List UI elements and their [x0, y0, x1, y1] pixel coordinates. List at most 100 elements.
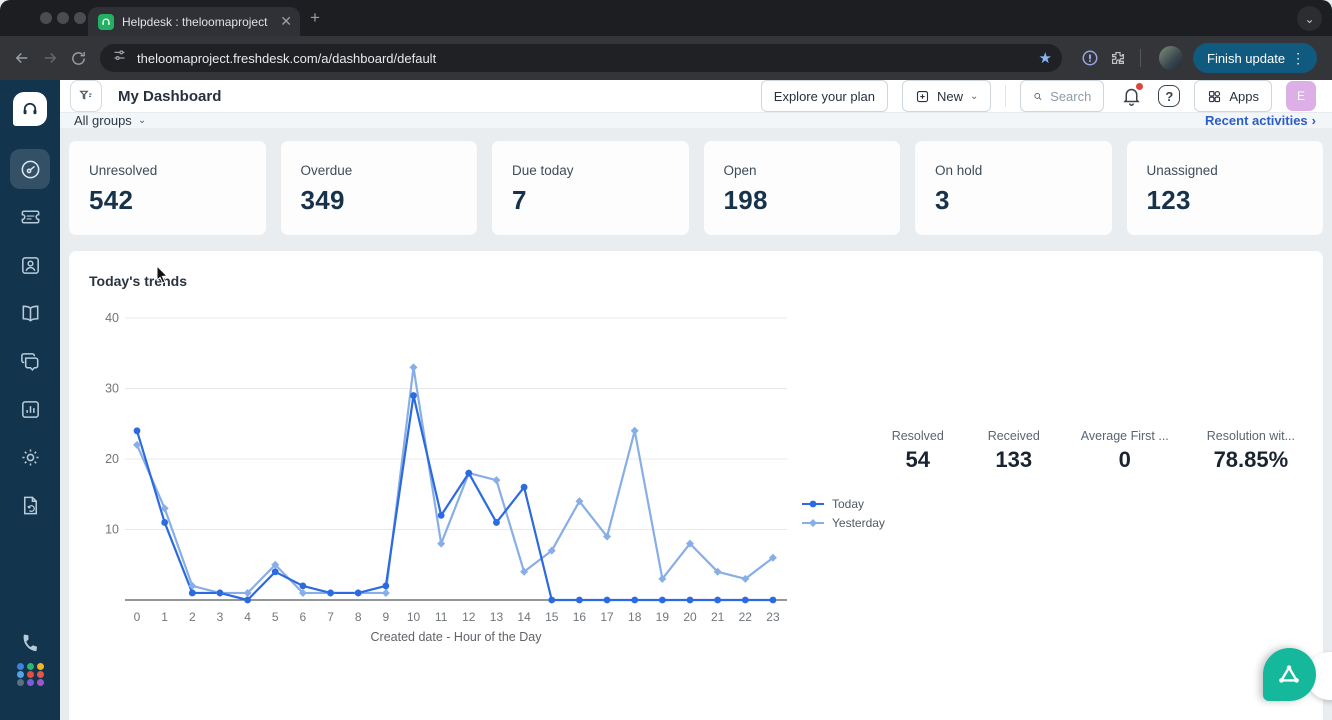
- svg-text:16: 16: [573, 610, 587, 624]
- back-button[interactable]: [8, 44, 36, 72]
- finish-update-label: Finish update: [1207, 51, 1285, 66]
- svg-text:20: 20: [683, 610, 697, 624]
- notifications-bell-icon[interactable]: [1118, 83, 1144, 109]
- sidebar-item-admin[interactable]: [10, 437, 50, 477]
- new-tab-button[interactable]: +: [310, 9, 320, 26]
- user-avatar[interactable]: E: [1286, 81, 1316, 111]
- legend-label: Today: [832, 497, 864, 511]
- reload-button[interactable]: [64, 44, 92, 72]
- tab-title: Helpdesk : theloomaproject: [122, 15, 274, 29]
- tstat-value: 0: [1081, 447, 1169, 473]
- onepassword-extension-icon[interactable]: [1076, 44, 1104, 72]
- stat-value: 123: [1147, 185, 1304, 216]
- tstat-value: 133: [985, 447, 1043, 473]
- sidebar-item-phone[interactable]: [10, 623, 50, 663]
- notification-dot: [1136, 83, 1143, 90]
- url-text[interactable]: theloomaproject.freshdesk.com/a/dashboar…: [137, 51, 1039, 66]
- freshdesk-favicon-icon: [98, 14, 114, 30]
- legend-item-today[interactable]: Today: [801, 497, 885, 511]
- stat-label: Due today: [512, 163, 669, 178]
- recent-activities-label: Recent activities: [1205, 113, 1308, 128]
- mouse-cursor: [155, 265, 171, 285]
- all-groups-label: All groups: [74, 113, 132, 128]
- stat-card-open[interactable]: Open 198: [703, 140, 902, 236]
- trends-stats-row: Resolved 54 Received 133 Average First .…: [889, 429, 1295, 473]
- stat-value: 542: [89, 185, 246, 216]
- svg-text:3: 3: [217, 610, 224, 624]
- app-sidebar: [0, 80, 60, 720]
- tstat-value: 54: [889, 447, 947, 473]
- svg-text:20: 20: [105, 452, 119, 466]
- svg-text:15: 15: [545, 610, 559, 624]
- svg-text:21: 21: [711, 610, 725, 624]
- svg-text:30: 30: [105, 382, 119, 396]
- search-label: Search: [1050, 89, 1091, 104]
- dashboard-content: Unresolved 542 Overdue 349 Due today 7 O…: [60, 128, 1332, 720]
- stat-card-unresolved[interactable]: Unresolved 542: [68, 140, 267, 236]
- svg-text:8: 8: [355, 610, 362, 624]
- page-title: My Dashboard: [118, 88, 221, 105]
- sidebar-item-tickets[interactable]: [10, 197, 50, 237]
- tstat-label: Resolved: [889, 429, 947, 443]
- new-button[interactable]: New ⌄: [902, 80, 991, 112]
- window-close-button[interactable]: [40, 12, 52, 24]
- stat-card-overdue[interactable]: Overdue 349: [280, 140, 479, 236]
- app-header: My Dashboard Explore your plan New ⌄ Sea…: [60, 80, 1332, 112]
- stat-resolved: Resolved 54: [889, 429, 947, 473]
- tab-close-icon[interactable]: ✕: [280, 13, 292, 30]
- stat-value: 198: [724, 185, 881, 216]
- stat-card-unassigned[interactable]: Unassigned 123: [1126, 140, 1325, 236]
- svg-text:5: 5: [272, 610, 279, 624]
- tstat-value: 78.85%: [1207, 447, 1295, 473]
- site-info-icon[interactable]: [112, 48, 127, 68]
- search-button[interactable]: Search: [1020, 80, 1104, 112]
- apps-button[interactable]: Apps: [1194, 80, 1272, 112]
- dashboard-filter-button[interactable]: [70, 80, 102, 112]
- app-switcher-grid-icon[interactable]: [17, 663, 45, 686]
- sidebar-item-solutions[interactable]: [10, 293, 50, 333]
- svg-text:17: 17: [600, 610, 614, 624]
- legend-item-yesterday[interactable]: Yesterday: [801, 516, 885, 530]
- finish-update-button[interactable]: Finish update ⋮: [1193, 43, 1317, 73]
- browser-tab[interactable]: Helpdesk : theloomaproject ✕: [88, 7, 300, 36]
- legend-marker-today: [801, 499, 825, 509]
- freshworks-widget-button[interactable]: [1263, 648, 1316, 701]
- stat-label: Overdue: [301, 163, 458, 178]
- browser-tabstrip: Helpdesk : theloomaproject ✕ + ⌄: [0, 0, 1332, 36]
- browser-menu-kebab-icon[interactable]: ⋮: [1285, 50, 1311, 67]
- svg-text:19: 19: [656, 610, 670, 624]
- svg-text:13: 13: [490, 610, 504, 624]
- explore-plan-label: Explore your plan: [774, 89, 875, 104]
- sidebar-item-reports[interactable]: [10, 485, 50, 525]
- svg-text:23: 23: [766, 610, 780, 624]
- explore-plan-button[interactable]: Explore your plan: [761, 80, 888, 112]
- all-groups-dropdown[interactable]: All groups ⌄: [74, 113, 146, 128]
- recent-activities-link[interactable]: Recent activities ›: [1205, 113, 1316, 128]
- dashboard-filter-bar: All groups ⌄ Recent activities ›: [60, 112, 1332, 128]
- svg-text:0: 0: [134, 610, 141, 624]
- help-button[interactable]: ?: [1158, 85, 1180, 107]
- window-minimize-button[interactable]: [57, 12, 69, 24]
- browser-profile-avatar[interactable]: [1159, 46, 1183, 70]
- stat-value: 7: [512, 185, 669, 216]
- tstat-label: Received: [985, 429, 1043, 443]
- url-bar[interactable]: theloomaproject.freshdesk.com/a/dashboar…: [100, 44, 1062, 72]
- forward-button[interactable]: [36, 44, 64, 72]
- extensions-puzzle-icon[interactable]: [1104, 44, 1132, 72]
- sidebar-item-dashboard[interactable]: [10, 149, 50, 189]
- tab-search-chevron-icon[interactable]: ⌄: [1297, 6, 1322, 31]
- stat-card-on-hold[interactable]: On hold 3: [914, 140, 1113, 236]
- new-button-label: New: [937, 89, 963, 104]
- sidebar-item-analytics[interactable]: [10, 389, 50, 429]
- svg-text:12: 12: [462, 610, 476, 624]
- chart-legend: Today Yesterday: [801, 497, 885, 530]
- window-maximize-button[interactable]: [74, 12, 86, 24]
- svg-text:18: 18: [628, 610, 642, 624]
- apps-label: Apps: [1229, 89, 1259, 104]
- chevron-right-icon: ›: [1312, 113, 1316, 128]
- sidebar-item-forums[interactable]: [10, 341, 50, 381]
- bookmark-star-icon[interactable]: ★: [1039, 49, 1052, 67]
- stat-card-due-today[interactable]: Due today 7: [491, 140, 690, 236]
- freshdesk-logo[interactable]: [13, 92, 47, 126]
- sidebar-item-contacts[interactable]: [10, 245, 50, 285]
